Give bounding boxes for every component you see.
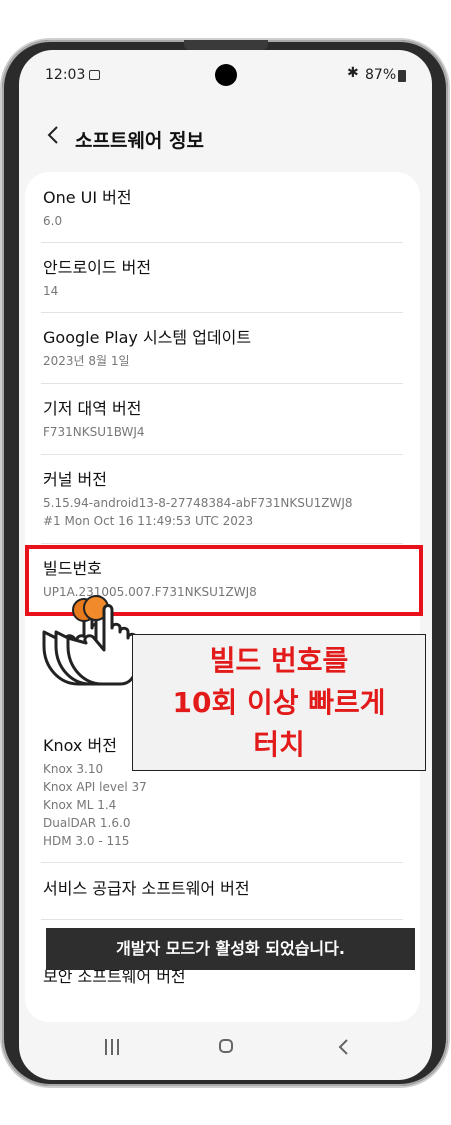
- list-item-label: 안드로이드 버전: [43, 258, 152, 277]
- list-item-value: #1 Mon Oct 16 11:49:53 UTC 2023: [43, 514, 254, 528]
- list-item-label: 기저 대역 버전: [43, 399, 142, 418]
- page-title: 소프트웨어 정보: [75, 130, 204, 152]
- list-item-value: Knox ML 1.4: [43, 798, 117, 812]
- recent-apps-icon[interactable]: [105, 1039, 119, 1055]
- list-item-kernel-version[interactable]: 커널 버전 5.15.94-android13-8-27748384-abF73…: [43, 470, 401, 530]
- list-item-label: 보안 소프트웨어 버전: [43, 967, 186, 986]
- list-item-value: DualDAR 1.6.0: [43, 816, 131, 830]
- list-item-value: HDM 3.0 - 115: [43, 834, 130, 848]
- back-nav-icon[interactable]: [337, 1037, 349, 1057]
- list-item-carrier-software-version[interactable]: 서비스 공급자 소프트웨어 버전: [43, 879, 401, 899]
- tapping-hand-icon: [42, 595, 138, 686]
- home-icon[interactable]: [219, 1039, 233, 1053]
- list-item-label: 커널 버전: [43, 470, 107, 489]
- list-item-value: 5.15.94-android13-8-27748384-abF731NKSU1…: [43, 496, 353, 510]
- front-camera: [215, 64, 237, 86]
- battery-percent: 87%: [365, 67, 397, 83]
- divider: [41, 454, 403, 455]
- callout-line: 빌드 번호를: [209, 644, 349, 677]
- gallery-icon: [89, 70, 100, 80]
- list-item-value: 2023년 8월 1일: [43, 354, 130, 368]
- phone-top-edge: [184, 40, 268, 50]
- callout-line: 터치: [253, 728, 305, 761]
- list-item-label: Google Play 시스템 업데이트: [43, 328, 252, 347]
- callout-line: 10회 이상 빠르게: [172, 686, 386, 719]
- divider: [41, 543, 403, 544]
- toast-message: 개발자 모드가 활성화 되었습니다.: [46, 928, 415, 970]
- list-item-baseband-version[interactable]: 기저 대역 버전 F731NKSU1BWJ4: [43, 399, 401, 441]
- list-item-label: 서비스 공급자 소프트웨어 버전: [43, 879, 250, 898]
- divider: [41, 862, 403, 863]
- status-bar: 12:03 ✱ 87%: [19, 50, 432, 100]
- list-item-value: Knox API level 37: [43, 780, 147, 794]
- navigation-bar: [19, 1027, 432, 1067]
- list-item-security-software-version[interactable]: 보안 소프트웨어 버전: [43, 967, 401, 987]
- list-item-one-ui-version[interactable]: One UI 버전 6.0: [43, 188, 401, 230]
- list-item-value: F731NKSU1BWJ4: [43, 425, 145, 439]
- list-item-google-play-update[interactable]: Google Play 시스템 업데이트 2023년 8월 1일: [43, 328, 401, 370]
- divider: [41, 312, 403, 313]
- list-item-label: One UI 버전: [43, 188, 132, 207]
- divider: [41, 242, 403, 243]
- list-item-android-version[interactable]: 안드로이드 버전 14: [43, 258, 401, 300]
- bluetooth-icon: ✱: [347, 65, 359, 81]
- instruction-callout: 빌드 번호를 10회 이상 빠르게 터치: [132, 634, 426, 771]
- app-bar: 소프트웨어 정보: [19, 112, 432, 162]
- chevron-left-icon[interactable]: [43, 122, 65, 148]
- status-time: 12:03: [45, 67, 86, 83]
- battery-icon: [398, 70, 406, 82]
- divider: [41, 919, 403, 920]
- divider: [41, 383, 403, 384]
- list-item-value: 14: [43, 284, 59, 298]
- list-item-value: 6.0: [43, 214, 63, 228]
